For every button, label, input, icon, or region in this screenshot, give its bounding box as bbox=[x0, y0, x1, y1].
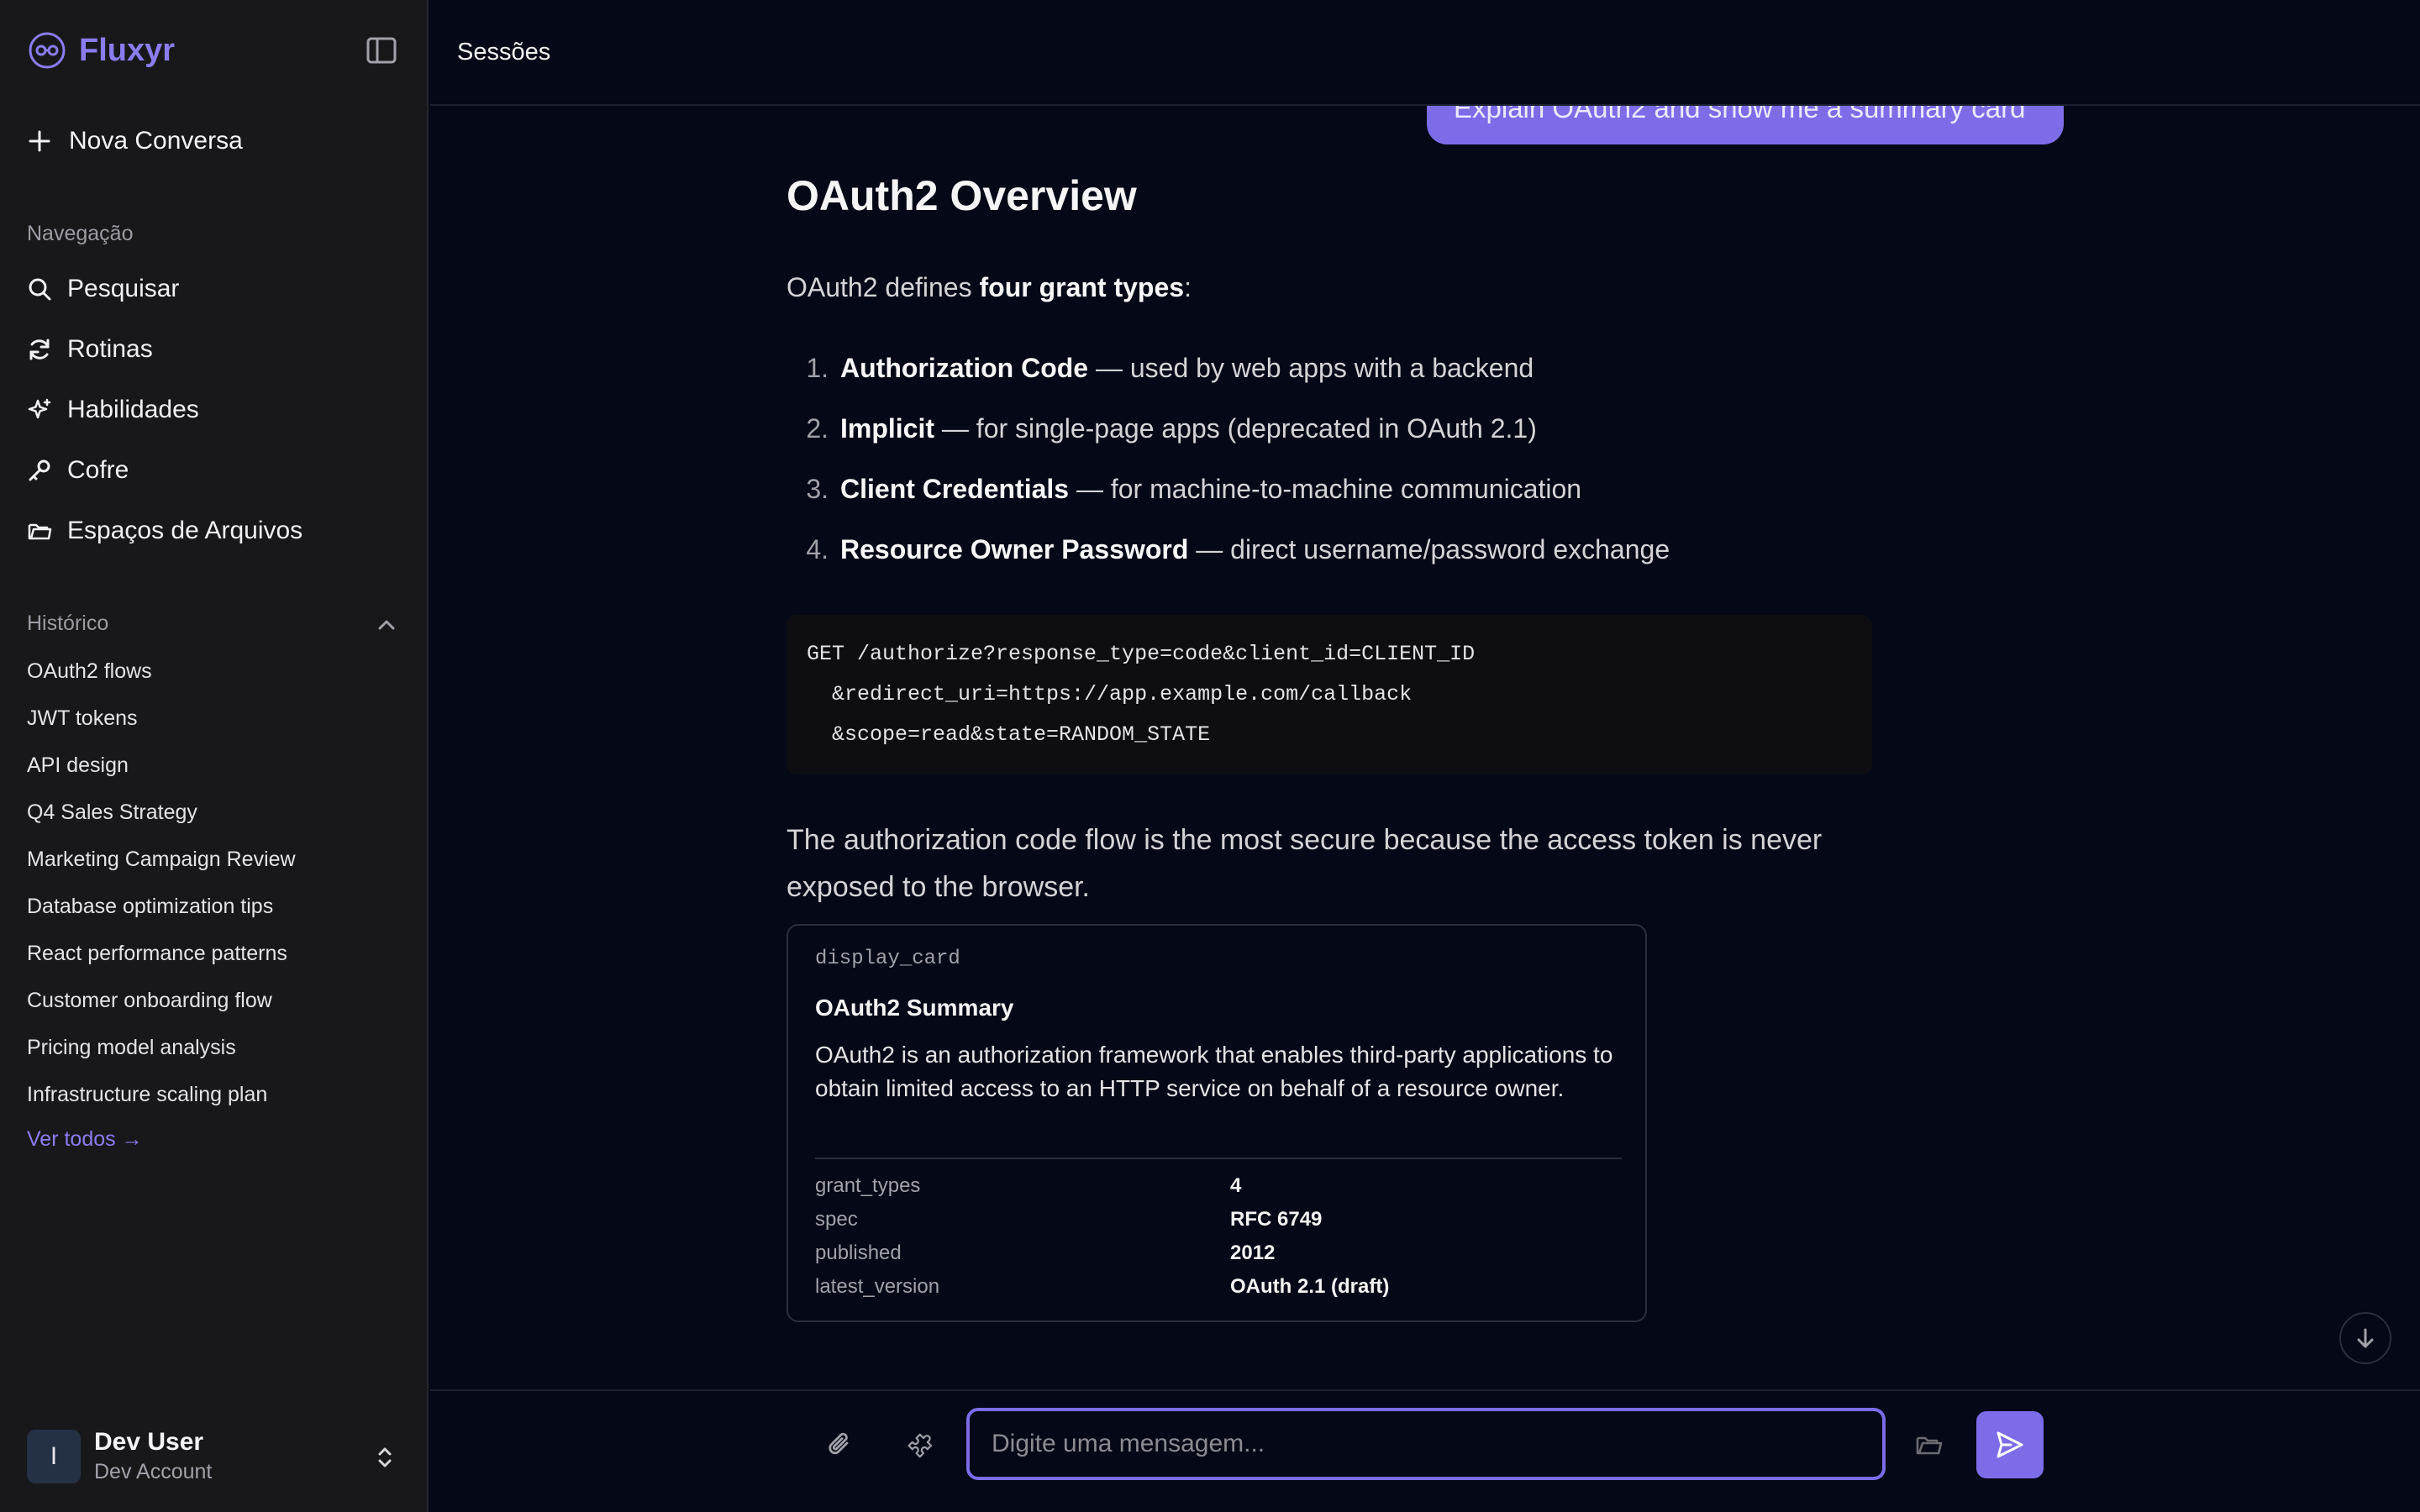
page-title: Sessões bbox=[457, 39, 551, 66]
grant-name: Implicit bbox=[840, 413, 935, 444]
grant-name: Client Credentials bbox=[840, 474, 1070, 504]
grant-description: — used by web apps with a backend bbox=[1088, 353, 1534, 383]
search-icon bbox=[29, 278, 51, 301]
see-all-link[interactable]: Ver todos → bbox=[27, 1127, 143, 1152]
plugins-button[interactable] bbox=[899, 1423, 943, 1467]
sparkle-icon bbox=[28, 398, 51, 419]
list-number: 4. bbox=[806, 534, 829, 564]
grant-name: Resource Owner Password bbox=[840, 534, 1189, 564]
sidebar-item-label: Pesquisar bbox=[67, 275, 180, 302]
intro-bold-text: four grant types bbox=[979, 272, 1185, 302]
history-item[interactable]: JWT tokens bbox=[27, 703, 138, 733]
grant-description: — for machine-to-machine communication bbox=[1069, 474, 1582, 504]
sidebar-item-file-spaces[interactable]: Espaços de Arquivos bbox=[27, 512, 302, 549]
intro-suffix: : bbox=[1184, 272, 1192, 302]
card-value: 4 bbox=[1230, 1174, 1242, 1197]
response-heading: OAuth2 Overview bbox=[786, 172, 1137, 219]
list-item: 1. Authorization Code — used by web apps … bbox=[786, 353, 1534, 384]
history-item[interactable]: OAuth2 flows bbox=[27, 656, 152, 686]
key-icon bbox=[29, 459, 50, 481]
card-title: OAuth2 Summary bbox=[815, 995, 1014, 1021]
user-account: Dev Account bbox=[94, 1460, 213, 1483]
list-item: 4. Resource Owner Password — direct usern… bbox=[786, 534, 1670, 565]
grant-description: — for single-page apps (deprecated in OA… bbox=[934, 413, 1537, 444]
file-space-button[interactable] bbox=[1907, 1423, 1951, 1467]
sidebar-item-routines[interactable]: Rotinas bbox=[27, 331, 153, 368]
card-value: OAuth 2.1 (draft) bbox=[1230, 1275, 1390, 1298]
card-key: spec bbox=[815, 1208, 858, 1231]
history-item[interactable]: Database optimization tips bbox=[27, 891, 273, 921]
paperclip-icon bbox=[829, 1432, 849, 1455]
code-block: GET /authorize?response_type=code&client… bbox=[786, 615, 1872, 774]
sidebar-item-label: Espaços de Arquivos bbox=[67, 517, 303, 544]
topbar: Sessões bbox=[430, 0, 2420, 106]
sidebar: Fluxyr Nova Conversa Navegação Pesquisar bbox=[0, 0, 429, 1512]
fluxyr-logo-icon bbox=[29, 32, 66, 69]
card-description: OAuth2 is an authorization framework tha… bbox=[815, 1042, 1613, 1101]
plus-icon bbox=[29, 130, 50, 152]
card-value: RFC 6749 bbox=[1230, 1208, 1323, 1231]
sidebar-item-search[interactable]: Pesquisar bbox=[27, 270, 179, 307]
history-item[interactable]: Q4 Sales Strategy bbox=[27, 797, 197, 827]
sidebar-item-skills[interactable]: Habilidades bbox=[27, 391, 199, 428]
list-number: 1. bbox=[806, 353, 829, 383]
history-item[interactable]: Customer onboarding flow bbox=[27, 985, 272, 1016]
grant-description: — direct username/password exchange bbox=[1188, 534, 1670, 564]
new-chat-button[interactable]: Nova Conversa bbox=[27, 121, 243, 161]
history-item[interactable]: Infrastructure scaling plan bbox=[27, 1079, 267, 1110]
card-divider bbox=[815, 1158, 1622, 1159]
folder-open-icon bbox=[1916, 1436, 1943, 1455]
list-item: 3. Client Credentials — for machine-to-ma… bbox=[786, 474, 1581, 505]
chevron-up-down-icon bbox=[378, 1447, 392, 1467]
history-item[interactable]: API design bbox=[27, 750, 129, 780]
refresh-icon bbox=[29, 339, 50, 360]
code-line: &redirect_uri=https://app.example.com/ca… bbox=[807, 682, 1413, 706]
arrow-down-icon bbox=[2357, 1328, 2374, 1348]
grant-name: Authorization Code bbox=[840, 353, 1089, 383]
card-key: latest_version bbox=[815, 1275, 940, 1298]
sidebar-item-vault[interactable]: Cofre bbox=[27, 452, 129, 489]
sidebar-item-label: Rotinas bbox=[67, 335, 153, 363]
list-number: 2. bbox=[806, 413, 829, 444]
code-line: GET /authorize?response_type=code&client… bbox=[807, 642, 1476, 666]
display-card: display_card OAuth2 Summary OAuth2 is an… bbox=[786, 924, 1647, 1322]
avatar: I bbox=[27, 1430, 81, 1483]
send-button[interactable] bbox=[1976, 1411, 2044, 1478]
history-section-label: Histórico bbox=[27, 612, 109, 635]
brand-name: Fluxyr bbox=[79, 32, 176, 68]
new-chat-label: Nova Conversa bbox=[69, 127, 243, 155]
folder-icon bbox=[28, 523, 52, 540]
sidebar-item-label: Habilidades bbox=[67, 396, 199, 423]
sidebar-toggle-icon[interactable] bbox=[365, 35, 398, 66]
history-item[interactable]: React performance patterns bbox=[27, 938, 287, 969]
card-tag: display_card bbox=[815, 948, 960, 970]
user-name: Dev User bbox=[94, 1428, 204, 1456]
chevron-up-icon[interactable] bbox=[375, 613, 398, 637]
puzzle-icon bbox=[908, 1433, 933, 1458]
list-item: 2. Implicit — for single-page apps (depre… bbox=[786, 413, 1537, 444]
intro-paragraph: OAuth2 defines four grant types: bbox=[786, 272, 1192, 303]
attach-button[interactable] bbox=[818, 1423, 862, 1467]
auth-paragraph: The authorization code flow is the most … bbox=[786, 824, 1823, 903]
history-item[interactable]: Marketing Campaign Review bbox=[27, 844, 296, 874]
message-input[interactable] bbox=[966, 1408, 1886, 1480]
scroll-to-bottom-button[interactable] bbox=[2339, 1312, 2391, 1364]
code-line: &scope=read&state=RANDOM_STATE bbox=[807, 722, 1211, 747]
nav-section-label: Navegação bbox=[27, 222, 134, 245]
list-number: 3. bbox=[806, 474, 829, 504]
sidebar-item-label: Cofre bbox=[67, 456, 129, 484]
intro-text: OAuth2 defines bbox=[786, 272, 980, 302]
card-value: 2012 bbox=[1230, 1242, 1276, 1264]
user-menu[interactable]: I Dev User Dev Account bbox=[27, 1428, 402, 1487]
card-key: published bbox=[815, 1242, 902, 1264]
card-key: grant_types bbox=[815, 1174, 921, 1197]
history-item[interactable]: Pricing model analysis bbox=[27, 1032, 236, 1063]
send-icon bbox=[1996, 1431, 2023, 1458]
brand[interactable]: Fluxyr bbox=[27, 30, 175, 71]
